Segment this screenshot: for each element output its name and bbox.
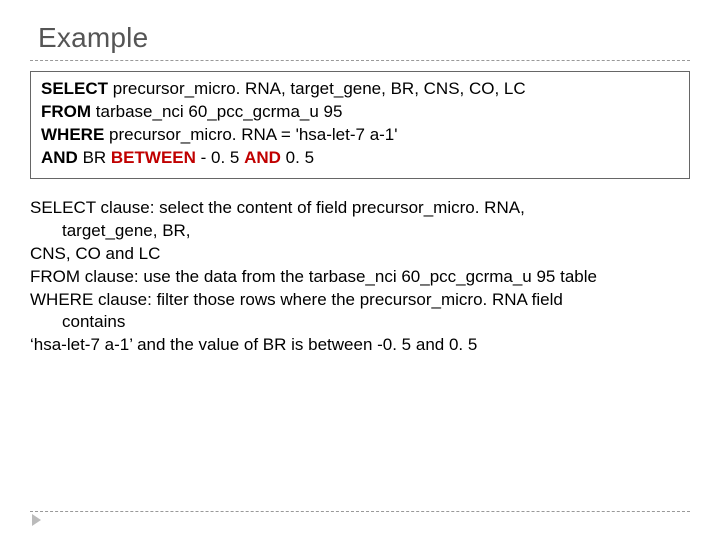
explanation-block: SELECT clause: select the content of fie… <box>30 197 690 358</box>
expl-where-2: contains <box>30 311 690 334</box>
expl-where-1: WHERE clause: filter those rows where th… <box>30 289 690 312</box>
kw-and-1: AND <box>41 148 83 167</box>
divider-top <box>30 60 690 61</box>
kw-where: WHERE <box>41 125 109 144</box>
slide-title: Example <box>38 22 690 54</box>
expl-from: FROM clause: use the data from the tarba… <box>30 266 690 289</box>
sql-query-box: SELECT precursor_micro. RNA, target_gene… <box>30 71 690 179</box>
expl-select-1: SELECT clause: select the content of fie… <box>30 197 690 220</box>
sql-high: 0. 5 <box>286 148 314 167</box>
arrow-icon <box>32 514 41 526</box>
sql-where-cond: precursor_micro. RNA = 'hsa-let-7 a-1' <box>109 125 398 144</box>
sql-line-2: FROM tarbase_nci 60_pcc_gcrma_u 95 <box>41 101 679 124</box>
kw-and-2: AND <box>244 148 286 167</box>
sql-br: BR <box>83 148 111 167</box>
sql-line-1: SELECT precursor_micro. RNA, target_gene… <box>41 78 679 101</box>
expl-where-3: ‘hsa-let-7 a-1’ and the value of BR is b… <box>30 334 690 357</box>
sql-line-4: AND BR BETWEEN - 0. 5 AND 0. 5 <box>41 147 679 170</box>
slide: Example SELECT precursor_micro. RNA, tar… <box>0 0 720 540</box>
kw-select: SELECT <box>41 79 113 98</box>
expl-select-2: target_gene, BR, <box>30 220 690 243</box>
divider-bottom <box>30 511 690 512</box>
kw-between: BETWEEN <box>111 148 201 167</box>
sql-select-cols: precursor_micro. RNA, target_gene, BR, C… <box>113 79 526 98</box>
kw-from: FROM <box>41 102 96 121</box>
expl-select-3: CNS, CO and LC <box>30 243 690 266</box>
sql-low: - 0. 5 <box>201 148 244 167</box>
sql-line-3: WHERE precursor_micro. RNA = 'hsa-let-7 … <box>41 124 679 147</box>
sql-from-table: tarbase_nci 60_pcc_gcrma_u 95 <box>96 102 343 121</box>
